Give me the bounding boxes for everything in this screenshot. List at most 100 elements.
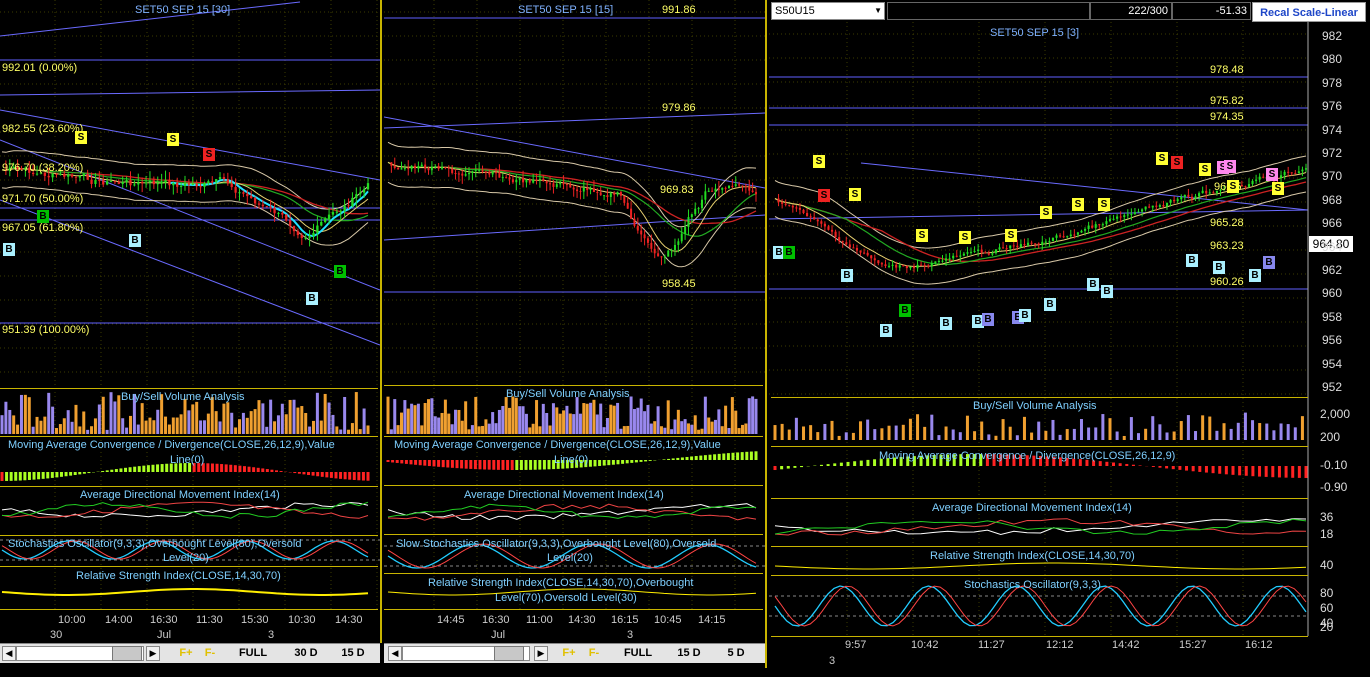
chart-pane-15[interactable]: SET50 SEP 15 [15] 991.86 979.86 969.83 9…	[384, 0, 765, 677]
candle-body	[121, 182, 124, 184]
candle-body	[525, 179, 528, 183]
pane-divider[interactable]	[384, 436, 763, 437]
candle-body	[802, 209, 805, 214]
recal-scale-button[interactable]: Recal Scale-Linear	[1252, 2, 1366, 22]
pane-divider[interactable]	[771, 636, 1308, 637]
candle-body	[407, 168, 410, 170]
candle-body	[393, 165, 396, 168]
time-tick: 16:30	[150, 614, 178, 626]
candle-body	[734, 184, 737, 186]
scroll-left-button[interactable]: ◀	[388, 646, 402, 661]
volume-bar	[347, 429, 351, 434]
pane-divider[interactable]	[771, 498, 1308, 499]
volume-bar	[47, 392, 51, 434]
buy-signal-marker: B	[1213, 261, 1225, 274]
candle-body	[788, 204, 791, 206]
pane-divider[interactable]	[0, 566, 378, 567]
candle-body	[717, 188, 720, 190]
pane-divider[interactable]	[771, 575, 1308, 576]
full-button[interactable]: FULL	[232, 645, 274, 662]
indicator-axis-tick: -0.10	[1320, 458, 1348, 472]
candle-body	[1287, 171, 1290, 173]
candle-body	[944, 258, 948, 261]
scroll-right-button[interactable]: ▶	[534, 646, 548, 661]
candle-body	[90, 179, 93, 184]
candle-body	[86, 173, 89, 180]
range-30d-button[interactable]: 30 D	[285, 645, 327, 662]
pane-divider[interactable]	[771, 397, 1308, 398]
change-value: -51.33	[1172, 2, 1251, 20]
zoom-in-button[interactable]: F+	[175, 645, 197, 662]
volume-bar	[440, 412, 444, 434]
scroll-right-button[interactable]: ▶	[146, 646, 160, 661]
range-5d-button[interactable]: 5 D	[716, 645, 756, 662]
candle-body	[1190, 196, 1194, 199]
level-label: 975.82	[1210, 95, 1244, 107]
pane-divider[interactable]	[384, 485, 763, 486]
volume-bar	[747, 398, 751, 434]
candle-body	[687, 217, 690, 227]
candle-body	[74, 176, 78, 178]
candle-body	[230, 183, 233, 188]
buy-signal-marker: B	[1087, 278, 1099, 291]
pane-divider[interactable]	[384, 385, 763, 386]
volume-bar	[908, 418, 912, 440]
range-15d-button[interactable]: 15 D	[668, 645, 710, 662]
pane-divider[interactable]	[771, 546, 1308, 547]
candle-body	[633, 218, 636, 226]
volume-bar	[494, 423, 498, 434]
volume-bar	[1079, 419, 1083, 440]
candle-body	[1201, 190, 1204, 194]
volume-bar	[538, 426, 542, 434]
zoom-in-button[interactable]: F+	[558, 645, 580, 662]
candle-body	[704, 191, 707, 200]
chart-toolbar: ◀ ▶ F+ F- FULL 15 D 5 D	[384, 643, 765, 663]
pane-divider[interactable]	[771, 446, 1308, 447]
symbol-select[interactable]: S50U15 ▼	[771, 2, 885, 20]
volume-bar	[420, 425, 424, 434]
sell-signal-marker: S	[1098, 198, 1110, 211]
trend-line	[0, 89, 380, 96]
volume-bar	[403, 400, 407, 434]
pane-divider[interactable]	[0, 388, 378, 389]
pane-divider[interactable]	[0, 609, 378, 610]
volume-bar	[837, 435, 841, 440]
volume-bar	[4, 401, 8, 434]
candle-body	[1030, 242, 1033, 244]
candle-body	[1034, 243, 1037, 245]
full-button[interactable]: FULL	[617, 645, 659, 662]
candle-body	[501, 177, 504, 179]
candle-body	[586, 187, 589, 190]
candle-body	[1262, 176, 1265, 178]
chart-pane-30[interactable]: SET50 SEP 15 [30] 992.01 (0.00%) 982.55 …	[0, 0, 380, 677]
volume-bar	[639, 398, 643, 434]
buy-signal-marker: B	[1044, 298, 1056, 311]
zoom-out-button[interactable]: F-	[199, 645, 221, 662]
pane-divider[interactable]	[0, 486, 378, 487]
pane-divider[interactable]	[0, 535, 378, 536]
volume-bar	[585, 403, 589, 434]
volume-bar	[1179, 421, 1183, 440]
candle-body	[461, 173, 464, 176]
zoom-out-button[interactable]: F-	[583, 645, 605, 662]
candle-body	[694, 208, 697, 215]
candle-body	[707, 190, 710, 192]
candle-body	[67, 174, 70, 177]
scroll-left-button[interactable]: ◀	[2, 646, 16, 661]
range-15d-button[interactable]: 15 D	[332, 645, 374, 662]
indicator-title: Relative Strength Index(CLOSE,14,30,70)	[930, 550, 1135, 562]
scrollbar-thumb[interactable]	[494, 646, 524, 661]
scrollbar-thumb[interactable]	[112, 646, 142, 661]
pane-divider[interactable]	[384, 609, 763, 610]
volume-bar	[1279, 423, 1283, 440]
volume-bar	[354, 392, 358, 434]
pane-divider[interactable]	[0, 436, 378, 437]
price-chart-15[interactable]	[384, 0, 765, 677]
pane-divider[interactable]	[384, 573, 763, 574]
candle-body	[137, 182, 140, 185]
pane-divider[interactable]	[384, 534, 763, 535]
time-tick: 11:00	[526, 614, 553, 626]
candle-body	[791, 205, 794, 208]
candle-body	[1255, 179, 1258, 181]
volume-bar	[859, 421, 863, 440]
